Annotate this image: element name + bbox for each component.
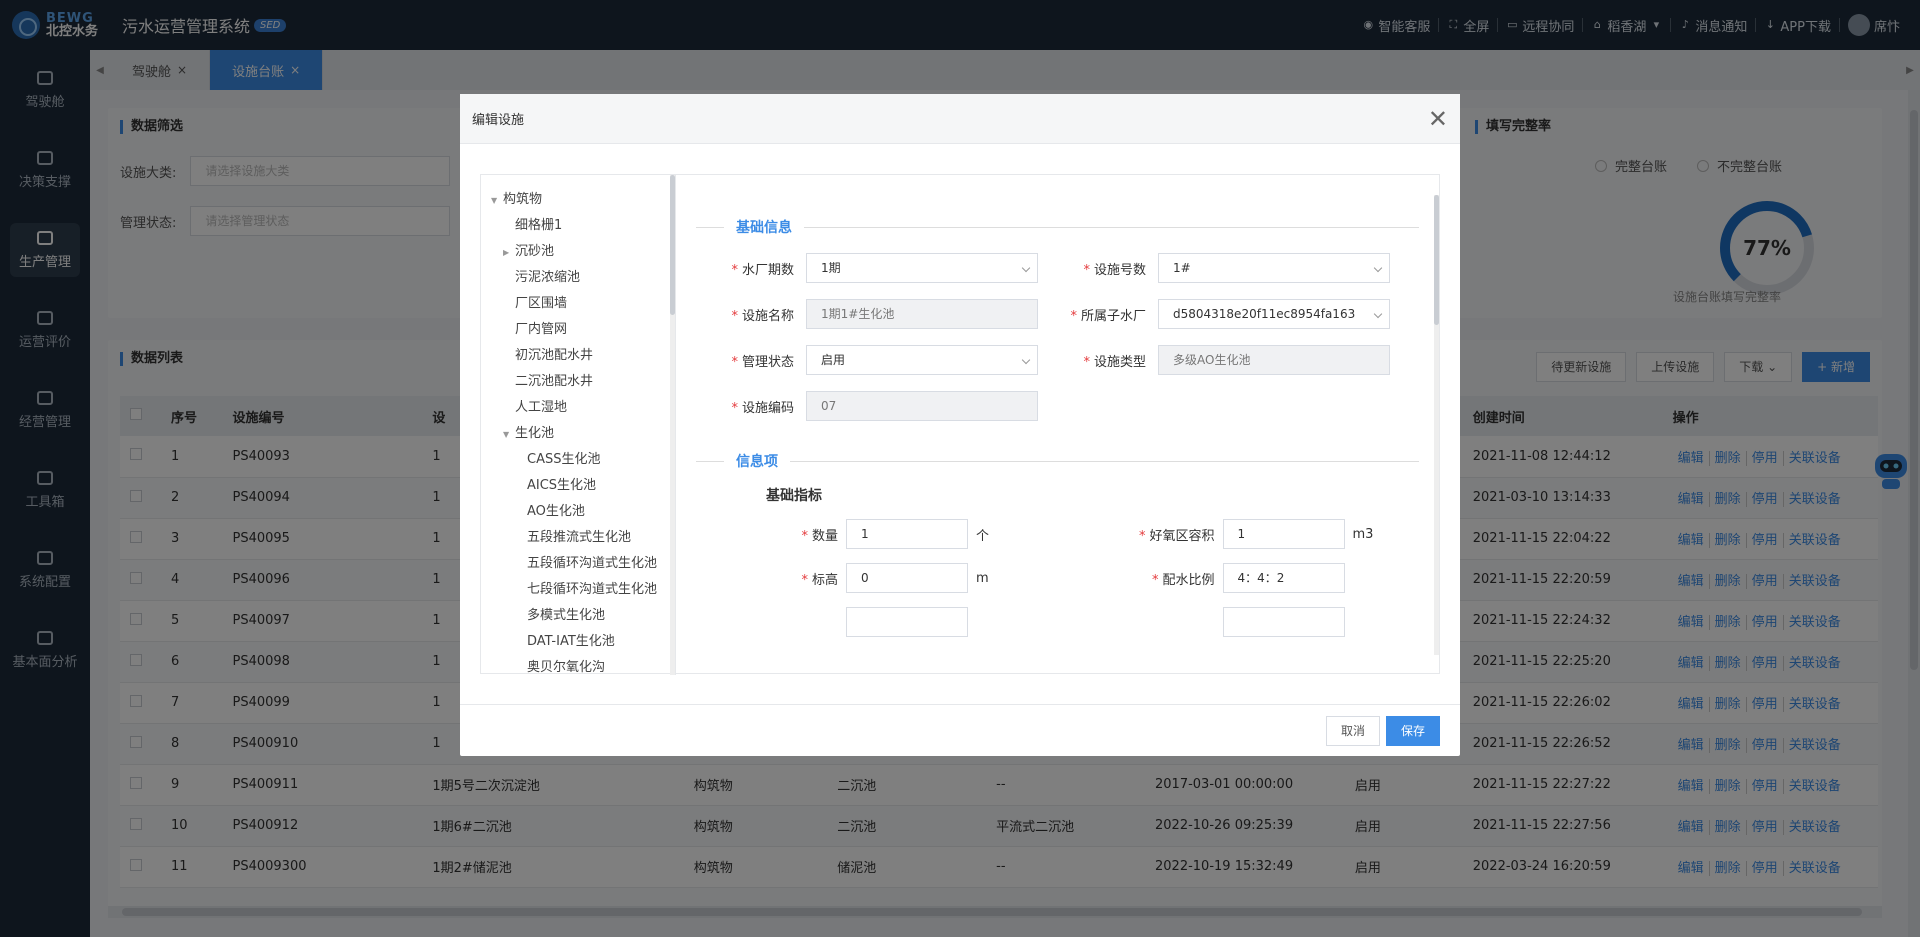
- chevron-down-icon: [1021, 355, 1031, 365]
- close-icon[interactable]: ✕: [1428, 107, 1448, 131]
- code-label: 设施编码: [741, 400, 794, 416]
- caret-right-icon[interactable]: ▶: [503, 240, 515, 266]
- tree-node[interactable]: 多模式生化池: [481, 603, 675, 629]
- name-field: 1期1#生化池: [806, 299, 1038, 329]
- section-basic-info: 基础信息: [696, 217, 1419, 237]
- tree-node-label: 沉砂池: [515, 244, 555, 259]
- status-select[interactable]: 启用: [806, 345, 1038, 375]
- tree-node-label: 五段推流式生化池: [527, 530, 632, 545]
- tree-node[interactable]: 五段推流式生化池: [481, 525, 675, 551]
- tree-node-label: 二沉池配水井: [515, 374, 594, 389]
- volume-label: 好氧区容积: [1149, 528, 1215, 544]
- caret-down-icon[interactable]: ▼: [503, 422, 515, 448]
- tree-node[interactable]: DAT-IAT生化池: [481, 629, 675, 655]
- tree-node-label: 污泥浓缩池: [515, 270, 581, 285]
- type-label: 设施类型: [1093, 354, 1146, 370]
- number-label: 设施号数: [1093, 262, 1146, 278]
- type-field: 多级AO生化池: [1158, 345, 1390, 375]
- chevron-down-icon: [1373, 309, 1383, 319]
- number-select[interactable]: 1#: [1158, 253, 1390, 283]
- tree-node-label: DAT-IAT生化池: [527, 634, 615, 649]
- tree-node[interactable]: ▶ 沉砂池: [481, 239, 675, 265]
- caret-down-icon[interactable]: ▼: [491, 188, 503, 214]
- section-info-items: 信息项: [696, 451, 1419, 471]
- volume-input[interactable]: 1: [1222, 519, 1345, 549]
- chevron-down-icon: [1021, 263, 1031, 273]
- phase-label: 水厂期数: [741, 262, 794, 278]
- tree-node[interactable]: 五段循环沟道式生化池: [481, 551, 675, 577]
- volume-unit: m3: [1352, 526, 1374, 542]
- qty-label: 数量: [811, 528, 838, 544]
- tree-node-label: 生化池: [515, 426, 555, 441]
- tree-node-label: 七段循环沟道式生化池: [527, 582, 658, 597]
- tree-node-label: 五段循环沟道式生化池: [527, 556, 658, 571]
- tree-node[interactable]: AICS生化池: [481, 473, 675, 499]
- tree-node-label: AICS生化池: [527, 478, 597, 493]
- qty-unit: 个: [976, 528, 990, 544]
- tree-node[interactable]: 厂内管网: [481, 317, 675, 343]
- modal-title: 编辑设施: [472, 113, 525, 128]
- tree-node[interactable]: ▼ 生化池: [481, 421, 675, 447]
- tree-node[interactable]: 奥贝尔氧化沟: [481, 655, 675, 675]
- tree-node-label: AO生化池: [527, 504, 585, 519]
- elevation-label: 标高: [811, 572, 838, 588]
- ratio-label: 配水比例: [1162, 572, 1215, 588]
- tree-node-label: 人工湿地: [515, 400, 568, 415]
- tree-node-label: 厂区围墙: [515, 296, 568, 311]
- tree-node-label: 构筑物: [503, 192, 543, 207]
- tree-node[interactable]: 污泥浓缩池: [481, 265, 675, 291]
- form-scrollbar[interactable]: [1434, 195, 1439, 655]
- tree-node[interactable]: 厂区围墙: [481, 291, 675, 317]
- edit-facility-modal: 编辑设施 ✕ ▼ 构筑物 细格栅1 ▶ 沉砂池 污泥浓缩池 厂区围墙 厂内管网 初沉池配水井 二沉…: [460, 94, 1460, 756]
- tree-node-label: 初沉池配水井: [515, 348, 594, 363]
- plant-select[interactable]: d5804318e20f11ec8954fa163: [1158, 299, 1390, 329]
- tree-node[interactable]: CASS生化池: [481, 447, 675, 473]
- tree-scrollbar[interactable]: [670, 175, 675, 675]
- tree-node[interactable]: 二沉池配水井: [481, 369, 675, 395]
- facility-tree: ▼ 构筑物 细格栅1 ▶ 沉砂池 污泥浓缩池 厂区围墙 厂内管网 初沉池配水井 二沉池配水井 人工湿…: [481, 175, 676, 675]
- name-label: 设施名称: [741, 308, 794, 324]
- cancel-button[interactable]: 取消: [1325, 715, 1380, 746]
- tree-node-label: 细格栅1: [515, 218, 563, 233]
- tree-node[interactable]: ▼ 构筑物: [481, 187, 675, 213]
- save-button[interactable]: 保存: [1385, 715, 1440, 746]
- elevation-unit: m: [976, 570, 989, 586]
- ratio-input[interactable]: 4：4：2: [1222, 563, 1345, 593]
- tree-node[interactable]: 七段循环沟道式生化池: [481, 577, 675, 603]
- chevron-down-icon: [1373, 263, 1383, 273]
- facility-form: 基础信息 * 水厂期数 1期 * 设施号数 1# * 设施名称 1期1#生化池 * 所属…: [676, 175, 1439, 675]
- indicator-input[interactable]: [1222, 607, 1345, 637]
- subhead-basic-indicators: 基础指标: [766, 488, 822, 504]
- code-field: 07: [806, 391, 1038, 421]
- tree-node[interactable]: 初沉池配水井: [481, 343, 675, 369]
- elevation-input[interactable]: 0: [846, 563, 968, 593]
- tree-node-label: 多模式生化池: [527, 608, 606, 623]
- phase-select[interactable]: 1期: [806, 253, 1038, 283]
- tree-node[interactable]: AO生化池: [481, 499, 675, 525]
- tree-node[interactable]: 细格栅1: [481, 213, 675, 239]
- qty-input[interactable]: 1: [846, 519, 968, 549]
- tree-node-label: CASS生化池: [527, 452, 601, 467]
- plant-label: 所属子水厂: [1080, 308, 1146, 324]
- tree-node-label: 厂内管网: [515, 322, 568, 337]
- tree-node[interactable]: 人工湿地: [481, 395, 675, 421]
- indicator-input[interactable]: [846, 607, 968, 637]
- tree-node-label: 奥贝尔氧化沟: [527, 660, 606, 675]
- status-label: 管理状态: [741, 354, 794, 370]
